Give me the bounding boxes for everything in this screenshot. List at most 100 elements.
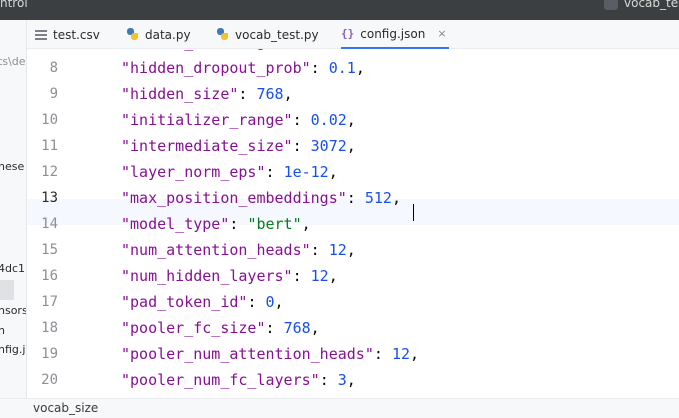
project-name[interactable]: vocab_tes xyxy=(624,0,679,10)
tab-label: data.py xyxy=(145,27,191,42)
code-line[interactable]: 13 "max_position_embeddings": 512, xyxy=(27,185,679,211)
code-text: "num_attention_heads": 12, xyxy=(121,237,356,263)
line-number: 14 xyxy=(41,216,58,232)
python-file-icon xyxy=(216,28,229,41)
json-value: 0.02 xyxy=(310,111,347,129)
json-comma: , xyxy=(328,267,338,285)
json-comma: , xyxy=(346,137,356,155)
code-line[interactable]: 18 "pooler_fc_size": 768, xyxy=(27,315,679,341)
json-value: 768 xyxy=(283,319,311,337)
json-colon: : xyxy=(310,59,329,77)
json-comma: , xyxy=(310,319,320,337)
code-line[interactable]: 15 "num_attention_heads": 12, xyxy=(27,237,679,263)
code-text: "max_position_embeddings": 512, xyxy=(121,185,401,211)
json-colon: : xyxy=(229,215,248,233)
code-line[interactable]: 10 "initializer_range": 0.02, xyxy=(27,107,679,133)
project-tree-item[interactable]: nese xyxy=(0,160,24,173)
code-line[interactable]: 11 "intermediate_size": 3072, xyxy=(27,133,679,159)
tab-label: test.csv xyxy=(53,27,100,42)
json-comma: , xyxy=(301,215,311,233)
json-colon: : xyxy=(265,163,284,181)
line-number: 9 xyxy=(49,86,58,102)
project-tree-item[interactable]: n xyxy=(0,324,5,337)
json-key: "pooler_fc_size" xyxy=(121,319,266,337)
json-file-icon: {} xyxy=(341,27,355,40)
line-number: 17 xyxy=(41,294,58,310)
code-text: "pad_token_id": 0, xyxy=(121,289,284,315)
project-tree-item[interactable]: nfig.js xyxy=(0,343,26,356)
menu-fragment[interactable]: ntrol xyxy=(0,0,28,10)
tab-test-csv[interactable]: test.csv xyxy=(35,20,100,49)
selected-tree-row[interactable] xyxy=(0,280,14,300)
code-text: "num_hidden_layers": 12, xyxy=(121,263,338,289)
tab-config-json[interactable]: {} config.json × xyxy=(341,20,449,49)
code-line[interactable]: 8 "hidden_dropout_prob": 0.1, xyxy=(27,55,679,81)
code-line[interactable]: 16 "num_hidden_layers": 12, xyxy=(27,263,679,289)
status-bar: vocab_size xyxy=(0,398,679,418)
project-tree-item[interactable]: ts\de xyxy=(0,55,26,68)
line-number: 8 xyxy=(49,60,58,76)
json-colon: : xyxy=(247,293,266,311)
json-key: "pooler_num_attention_heads" xyxy=(121,345,374,363)
json-key: "num_hidden_layers" xyxy=(121,267,293,285)
json-colon: : xyxy=(292,267,311,285)
line-number: 10 xyxy=(41,112,58,128)
json-colon: : xyxy=(346,189,365,207)
close-tab-icon[interactable]: × xyxy=(437,27,446,40)
json-value: 1e-12 xyxy=(283,163,329,181)
json-comma: , xyxy=(274,293,284,311)
json-colon: : xyxy=(292,137,311,155)
csv-file-icon xyxy=(35,29,47,40)
json-key: "intermediate_size" xyxy=(121,137,293,155)
json-key: "model_type" xyxy=(121,215,230,233)
breadcrumb[interactable]: vocab_size xyxy=(33,401,98,415)
code-text: "pooler_num_attention_heads": 12, xyxy=(121,341,419,367)
json-colon: : xyxy=(310,241,329,259)
json-value: 3 xyxy=(337,371,347,389)
project-tree-item[interactable]: 4dc1 xyxy=(0,262,25,275)
json-colon: : xyxy=(292,111,311,129)
json-key: "num_attention_heads" xyxy=(121,241,311,259)
line-number: 16 xyxy=(41,268,58,284)
line-number: 11 xyxy=(41,138,58,154)
json-key: "pad_token_id" xyxy=(121,293,248,311)
json-colon: : xyxy=(373,345,392,363)
json-value: 3072 xyxy=(310,137,347,155)
editor-tab-bar: test.csv data.py vocab_test.py {} config… xyxy=(27,20,679,49)
json-key: "max_position_embeddings" xyxy=(121,189,347,207)
json-key: "hidden_size" xyxy=(121,85,239,103)
json-comma: , xyxy=(346,111,356,129)
json-value: 768 xyxy=(256,85,284,103)
json-key: "hidden_dropout_prob" xyxy=(121,59,311,77)
json-comma: , xyxy=(410,345,420,363)
json-value: 512 xyxy=(364,189,392,207)
code-line[interactable]: 12 "layer_norm_eps": 1e-12, xyxy=(27,159,679,185)
json-key: "pooler_num_fc_layers" xyxy=(121,371,320,389)
json-key: "initializer_range" xyxy=(121,111,293,129)
json-value: 12 xyxy=(310,267,329,285)
json-comma: , xyxy=(346,371,356,389)
code-line[interactable]: 17 "pad_token_id": 0, xyxy=(27,289,679,315)
code-editor[interactable]: 7"hidden_act": "gelu",8"hidden_dropout_p… xyxy=(27,49,679,398)
code-line[interactable]: 14 "model_type": "bert", xyxy=(27,211,679,237)
tab-label: vocab_test.py xyxy=(235,27,319,42)
json-colon: : xyxy=(238,85,257,103)
project-panel: ts\de nese 4dc1 nsors n nfig.js xyxy=(0,20,27,398)
title-bar: ntrol vocab_tes xyxy=(0,0,679,20)
tab-vocab-test-py[interactable]: vocab_test.py xyxy=(216,20,319,49)
code-line[interactable]: 20 "pooler_num_fc_layers": 3, xyxy=(27,367,679,393)
json-comma: , xyxy=(391,189,401,207)
code-line[interactable]: 19 "pooler_num_attention_heads": 12, xyxy=(27,341,679,367)
json-colon: : xyxy=(319,371,338,389)
project-tree-item[interactable]: nsors xyxy=(0,304,26,317)
code-line[interactable]: 9 "hidden_size": 768, xyxy=(27,81,679,107)
tab-label: config.json xyxy=(360,26,426,41)
json-comma: , xyxy=(346,241,356,259)
project-icon xyxy=(604,0,618,10)
line-number: 18 xyxy=(41,320,58,336)
tab-data-py[interactable]: data.py xyxy=(126,20,191,49)
json-comma: , xyxy=(328,163,338,181)
json-value: 12 xyxy=(328,241,347,259)
json-colon: : xyxy=(229,49,247,51)
json-value: 0 xyxy=(265,293,275,311)
